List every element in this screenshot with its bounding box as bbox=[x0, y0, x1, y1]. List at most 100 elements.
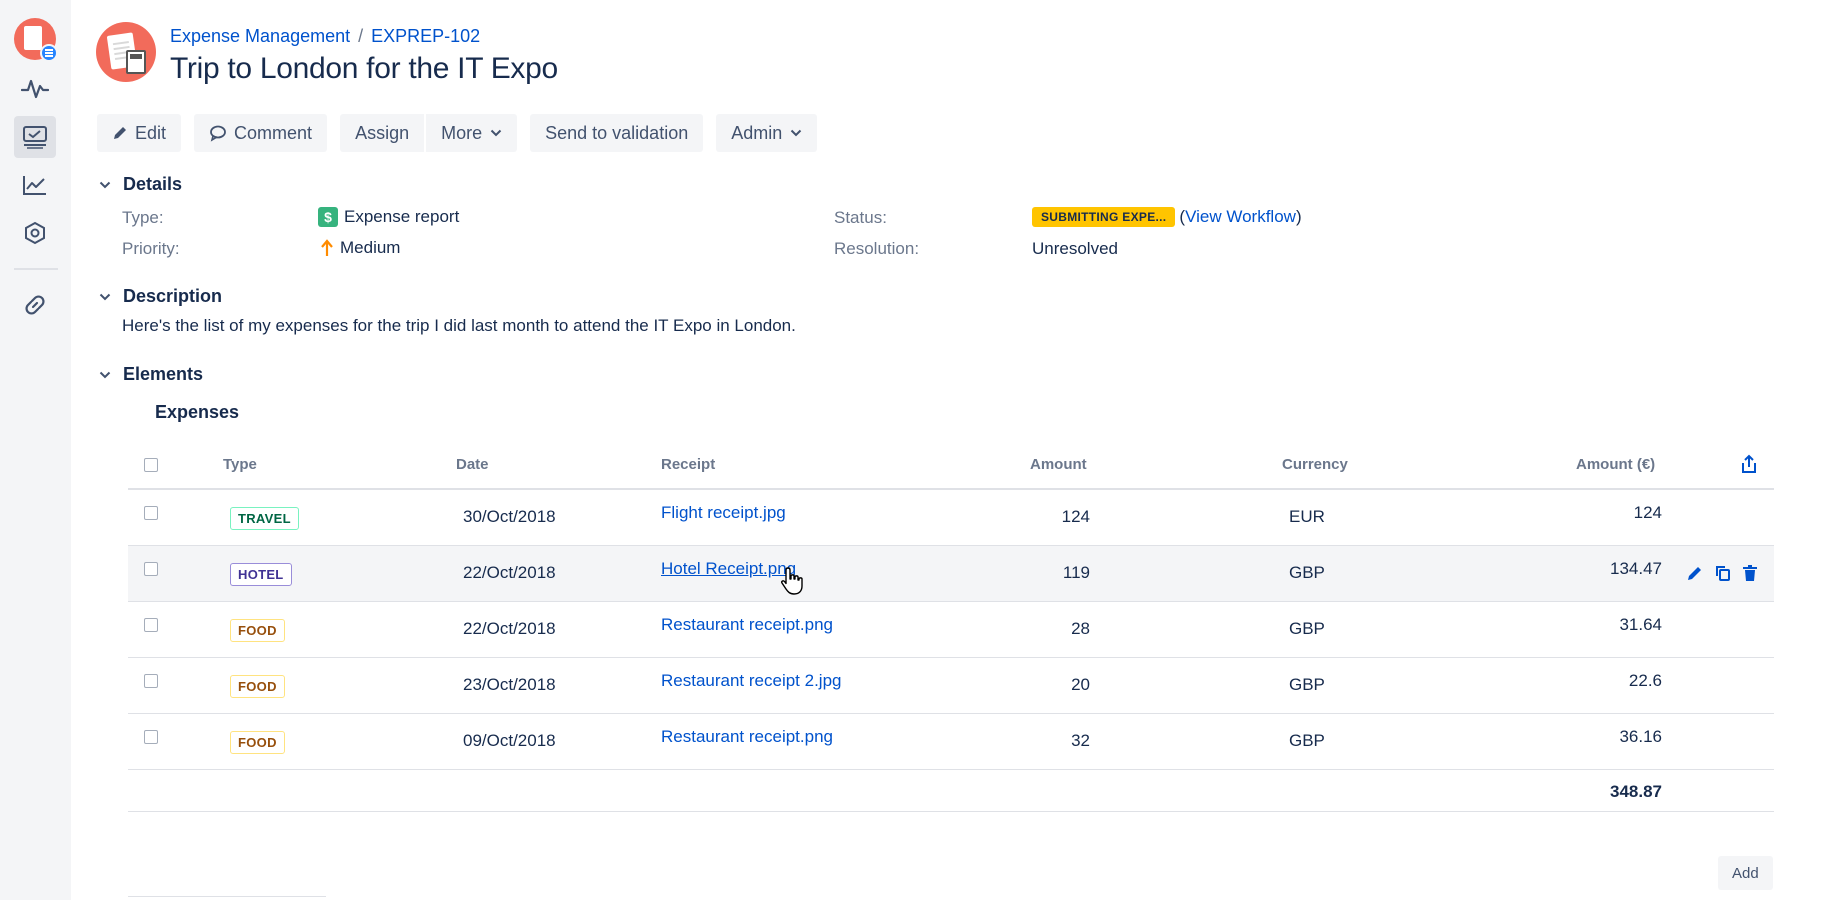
row-date: 23/Oct/2018 bbox=[463, 675, 556, 694]
type-value-text: Expense report bbox=[344, 207, 460, 226]
column-header-date: Date bbox=[456, 456, 489, 473]
breadcrumb: Expense Management / EXPREP-102 bbox=[170, 26, 480, 47]
admin-dropdown-label: Admin bbox=[731, 122, 783, 143]
row-checkbox[interactable] bbox=[144, 562, 158, 576]
type-lozenge: FOOD bbox=[230, 731, 285, 754]
column-header-amount-eur: Amount (€) bbox=[1576, 456, 1656, 473]
chevron-down-icon bbox=[97, 177, 113, 193]
chevron-down-icon bbox=[97, 289, 113, 305]
resolution-value: Unresolved bbox=[1032, 239, 1118, 258]
row-checkbox[interactable] bbox=[144, 674, 158, 688]
arrow-up-icon bbox=[320, 239, 334, 257]
queues-icon[interactable] bbox=[14, 116, 56, 158]
total-amount-eur: 348.87 bbox=[1610, 782, 1662, 801]
link-icon[interactable] bbox=[14, 284, 56, 326]
column-header-amount: Amount bbox=[1030, 456, 1087, 473]
row-actions bbox=[1686, 564, 1758, 582]
add-expense-button[interactable]: Add bbox=[1718, 856, 1773, 890]
type-lozenge: FOOD bbox=[230, 619, 285, 642]
row-amount: 119 bbox=[1062, 563, 1090, 582]
project-avatar bbox=[96, 22, 156, 82]
status-value: SUBMITTING EXPE... (View Workflow) bbox=[1032, 207, 1302, 227]
dollar-icon: $ bbox=[318, 207, 338, 227]
row-currency: GBP bbox=[1289, 619, 1325, 638]
row-amount: 32 bbox=[1071, 731, 1090, 750]
receipt-link[interactable]: Restaurant receipt.png bbox=[661, 615, 833, 635]
status-label: Status: bbox=[834, 208, 887, 227]
breadcrumb-issue-key-link[interactable]: EXPREP-102 bbox=[371, 26, 480, 47]
comment-icon bbox=[209, 124, 227, 142]
admin-dropdown[interactable]: Admin bbox=[716, 114, 818, 152]
row-currency: GBP bbox=[1289, 675, 1325, 694]
elements-section-toggle[interactable]: Elements bbox=[97, 364, 203, 385]
priority-value-text: Medium bbox=[340, 238, 401, 257]
receipt-link[interactable]: Flight receipt.jpg bbox=[661, 503, 786, 523]
description-section-toggle[interactable]: Description bbox=[97, 286, 222, 307]
receipt-link[interactable]: Hotel Receipt.png bbox=[661, 559, 796, 579]
send-to-validation-button[interactable]: Send to validation bbox=[530, 114, 704, 152]
table-row: FOOD 22/Oct/2018 Restaurant receipt.png … bbox=[128, 602, 1774, 658]
expenses-subheading: Expenses bbox=[155, 402, 240, 422]
row-date: 22/Oct/2018 bbox=[463, 563, 556, 582]
row-amount-eur: 36.16 bbox=[1619, 727, 1662, 746]
row-checkbox[interactable] bbox=[144, 506, 158, 520]
project-avatar-icon[interactable] bbox=[14, 18, 58, 62]
select-all-checkbox[interactable] bbox=[144, 458, 158, 472]
details-section-toggle[interactable]: Details bbox=[97, 174, 182, 195]
chat-badge-icon bbox=[40, 44, 58, 62]
reports-icon[interactable] bbox=[14, 164, 56, 206]
assign-button[interactable]: Assign bbox=[340, 114, 425, 152]
expenses-table: Type Date Receipt Amount Currency Amount… bbox=[128, 440, 1774, 812]
priority-value: Medium bbox=[320, 238, 400, 258]
table-row: FOOD 23/Oct/2018 Restaurant receipt 2.jp… bbox=[128, 658, 1774, 714]
table-row: HOTEL 22/Oct/2018 Hotel Receipt.png 119 … bbox=[128, 546, 1774, 602]
elements-heading: Elements bbox=[123, 364, 204, 384]
breadcrumb-separator: / bbox=[358, 26, 364, 46]
copy-icon[interactable] bbox=[1714, 564, 1732, 582]
receipt-link[interactable]: Restaurant receipt 2.jpg bbox=[661, 671, 842, 691]
row-date: 30/Oct/2018 bbox=[463, 507, 556, 526]
row-amount: 124 bbox=[1061, 507, 1090, 526]
row-date: 22/Oct/2018 bbox=[463, 619, 556, 638]
settings-icon[interactable] bbox=[14, 212, 56, 254]
column-header-type: Type bbox=[223, 456, 257, 473]
delete-icon[interactable] bbox=[1742, 564, 1758, 582]
receipt-link[interactable]: Restaurant receipt.png bbox=[661, 727, 833, 747]
row-currency: GBP bbox=[1289, 563, 1325, 582]
row-date: 09/Oct/2018 bbox=[463, 731, 556, 750]
sidebar-divider bbox=[14, 268, 58, 270]
add-button-label: Add bbox=[1732, 864, 1759, 882]
type-label: Type: bbox=[122, 208, 164, 227]
row-checkbox[interactable] bbox=[144, 730, 158, 744]
table-row: TRAVEL 30/Oct/2018 Flight receipt.jpg 12… bbox=[128, 490, 1774, 546]
pencil-icon bbox=[112, 125, 128, 141]
assign-button-label: Assign bbox=[355, 122, 410, 143]
description-heading: Description bbox=[123, 286, 223, 306]
more-dropdown[interactable]: More bbox=[426, 114, 518, 152]
row-currency: EUR bbox=[1289, 507, 1325, 526]
comment-button[interactable]: Comment bbox=[194, 114, 328, 152]
table-header-row: Type Date Receipt Amount Currency Amount… bbox=[128, 440, 1774, 490]
edit-button[interactable]: Edit bbox=[97, 114, 182, 152]
comment-button-label: Comment bbox=[234, 122, 313, 143]
breadcrumb-project-link[interactable]: Expense Management bbox=[170, 26, 350, 47]
description-text: Here's the list of my expenses for the t… bbox=[122, 316, 796, 335]
sidebar bbox=[0, 0, 71, 900]
row-amount-eur: 22.6 bbox=[1628, 671, 1662, 690]
row-checkbox[interactable] bbox=[144, 618, 158, 632]
edit-icon[interactable] bbox=[1686, 564, 1704, 582]
page-title: Trip to London for the IT Expo bbox=[170, 52, 558, 85]
export-icon[interactable] bbox=[1740, 454, 1758, 478]
activity-icon[interactable] bbox=[14, 68, 56, 110]
table-row: FOOD 09/Oct/2018 Restaurant receipt.png … bbox=[128, 714, 1774, 770]
resolution-label: Resolution: bbox=[834, 239, 920, 258]
issue-toolbar: Edit Comment Assign More Send to validat… bbox=[97, 114, 830, 152]
column-header-currency: Currency bbox=[1282, 456, 1348, 473]
status-lozenge[interactable]: SUBMITTING EXPE... bbox=[1032, 207, 1176, 227]
row-amount-eur: 134.47 bbox=[1610, 559, 1662, 578]
view-workflow-link[interactable]: View Workflow bbox=[1185, 207, 1296, 227]
row-amount-eur: 124 bbox=[1633, 503, 1662, 522]
type-lozenge: FOOD bbox=[230, 675, 285, 698]
chevron-down-icon bbox=[790, 129, 802, 137]
type-lozenge: HOTEL bbox=[230, 563, 292, 586]
